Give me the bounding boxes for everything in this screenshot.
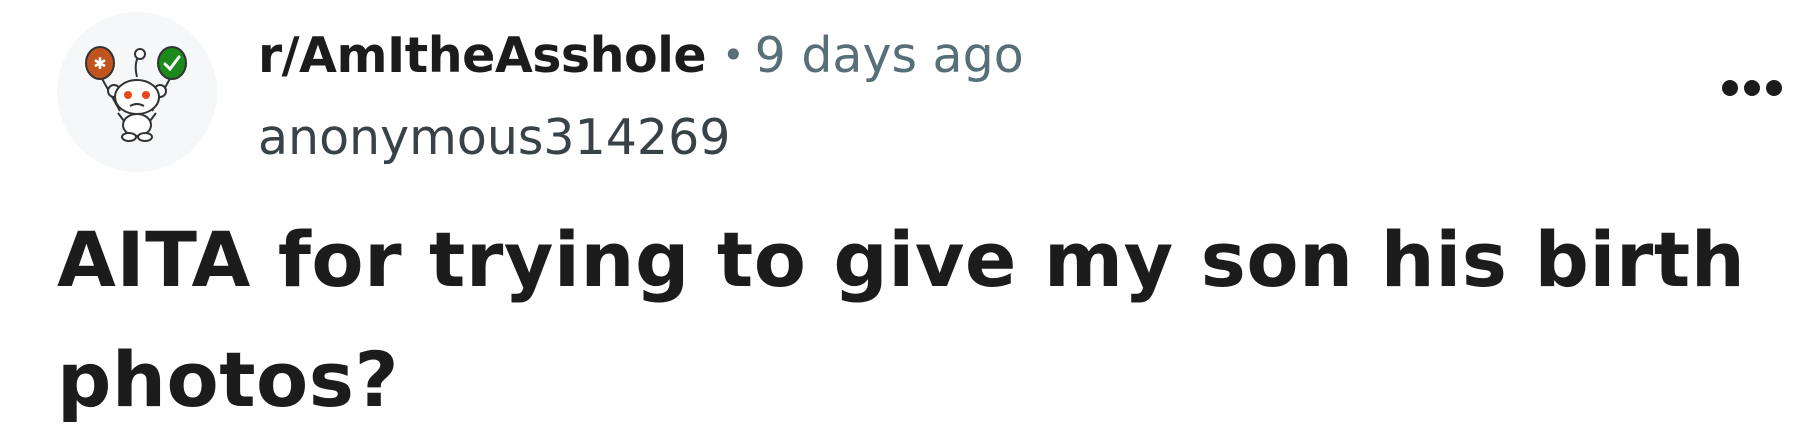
- reddit-snoo-with-balloons-icon: ✱: [85, 46, 187, 142]
- more-options-button[interactable]: [1712, 60, 1792, 116]
- post-header: ✱ r/AmItheAsshole • 9 days ago anonymous…: [0, 0, 1819, 444]
- post-time: 9 days ago: [754, 27, 1024, 84]
- subreddit-link[interactable]: r/AmItheAsshole: [258, 27, 707, 84]
- author-link[interactable]: anonymous314269: [258, 100, 730, 176]
- subreddit-avatar[interactable]: ✱: [57, 12, 217, 172]
- more-horizontal-icon: [1722, 80, 1782, 96]
- post-meta: r/AmItheAsshole • 9 days ago: [258, 18, 1024, 97]
- post-title[interactable]: AITA for trying to give my son his birth…: [57, 200, 1757, 440]
- svg-text:✱: ✱: [93, 54, 106, 73]
- separator-dot: •: [722, 33, 745, 77]
